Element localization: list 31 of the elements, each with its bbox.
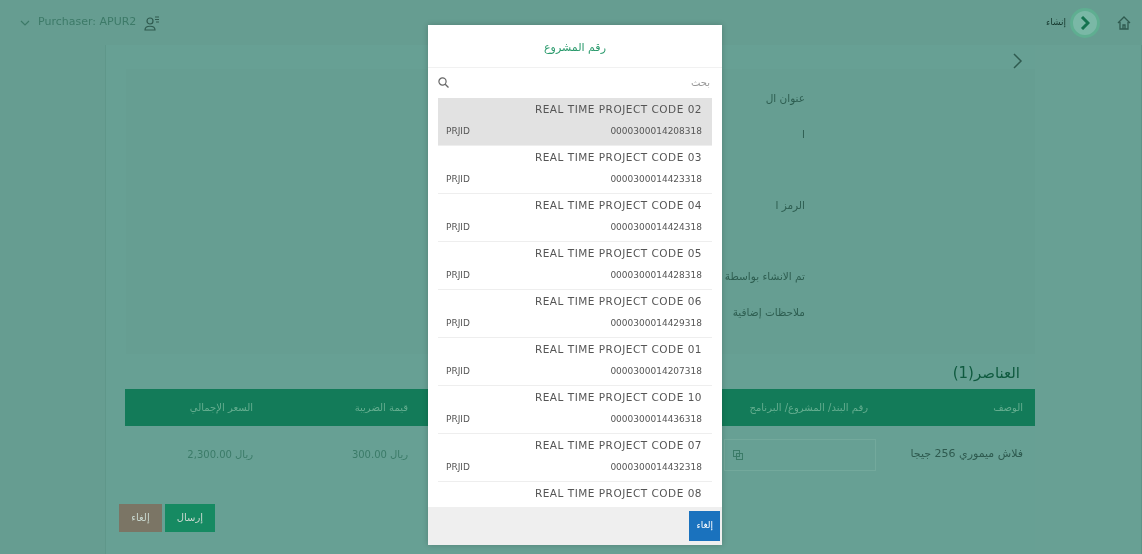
field-label: ا (802, 128, 805, 140)
step-label: إنشاء (1046, 15, 1066, 30)
field-label: ملاحظات إضافية (732, 306, 805, 318)
chevron-right-icon[interactable] (1013, 53, 1023, 69)
chevron-down-icon[interactable] (20, 19, 30, 26)
project-option[interactable]: REAL TIME PROJECT CODE 07 PRJID 0000300014432318 (438, 433, 712, 482)
project-option[interactable]: REAL TIME PROJECT CODE 01 PRJID 0000300014207318 (438, 337, 712, 386)
user-list-icon[interactable] (144, 14, 161, 31)
project-option[interactable]: REAL TIME PROJECT CODE 06 PRJID 0000300014429318 (438, 289, 712, 338)
copy-icon[interactable] (733, 449, 743, 460)
project-option[interactable]: REAL TIME PROJECT CODE 04 PRJID 0000300014424318 (438, 193, 712, 242)
column-header: السعر الإجمالي (188, 400, 254, 415)
column-header: قيمة الضريبة (353, 400, 409, 415)
project-option[interactable]: REAL TIME PROJECT CODE 02 PRJID 0000300014208318 (438, 97, 712, 146)
project-option[interactable]: REAL TIME PROJECT CODE 10 PRJID 0000300014436318 (438, 385, 712, 434)
table-cell-text: فلاش ميموري 256 جيجا (909, 446, 1024, 463)
project-option[interactable]: REAL TIME PROJECT CODE 03 PRJID 0000300014423318 (438, 145, 712, 194)
search-icon[interactable] (438, 77, 449, 88)
field-label: عنوان ال (765, 92, 805, 104)
cancel-button[interactable]: إلغاء (689, 511, 720, 541)
chevron-right-icon (1080, 15, 1090, 30)
project-field[interactable] (724, 438, 876, 471)
field-label: تم الانشاء بواسطة (724, 270, 805, 282)
items-heading: العناصر(1) (952, 363, 1020, 384)
search-field[interactable]: بحث (449, 74, 712, 91)
column-header: رقم البند/ المشروع/ البرنامج (748, 400, 869, 415)
dialog-title: رقم المشروع (428, 25, 722, 68)
home-icon[interactable] (1116, 14, 1132, 31)
next-step-button[interactable] (1070, 7, 1100, 38)
project-option[interactable]: REAL TIME PROJECT CODE 05 PRJID 0000300014428318 (438, 241, 712, 290)
column-header: الوصف (992, 400, 1024, 415)
